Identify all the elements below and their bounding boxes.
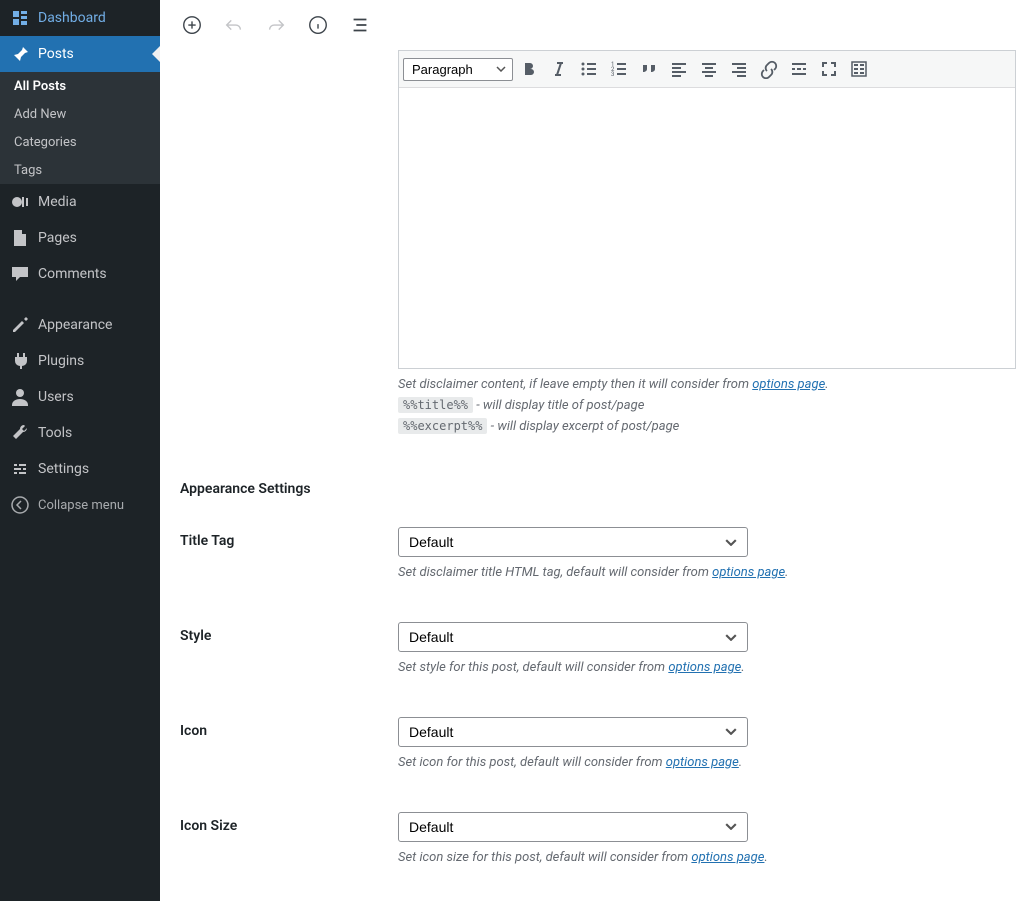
sidebar-label: Dashboard [38, 10, 106, 26]
collapse-label: Collapse menu [38, 498, 124, 513]
options-page-link[interactable]: options page [752, 377, 825, 392]
sidebar-label: Tools [38, 425, 72, 441]
icon-select[interactable]: Default [398, 717, 748, 747]
sidebar-label: Plugins [38, 353, 84, 369]
sidebar-label: Pages [38, 230, 77, 246]
title-tag-label: Title Tag [180, 527, 398, 584]
media-icon [10, 192, 30, 212]
editor-topbar [160, 0, 1016, 50]
sidebar-label: Users [38, 389, 74, 405]
sidebar-item-users[interactable]: Users [0, 379, 160, 415]
settings-icon [10, 459, 30, 479]
admin-sidebar: Dashboard Posts All Posts Add New Catego… [0, 0, 160, 901]
wysiwyg-editor: Paragraph 123 [398, 50, 1016, 369]
editor-toolbar: Paragraph 123 [399, 51, 1015, 88]
toolbar-toggle-button[interactable] [845, 55, 873, 83]
style-select[interactable]: Default [398, 622, 748, 652]
comments-icon [10, 264, 30, 284]
icon-size-select[interactable]: Default [398, 812, 748, 842]
svg-text:3: 3 [611, 71, 614, 78]
sidebar-item-plugins[interactable]: Plugins [0, 343, 160, 379]
collapse-icon [10, 495, 30, 515]
info-button[interactable] [306, 13, 330, 37]
sidebar-item-posts[interactable]: Posts [0, 36, 160, 72]
options-page-link[interactable]: options page [666, 755, 739, 770]
blockquote-button[interactable] [635, 55, 663, 83]
pages-icon [10, 228, 30, 248]
undo-button[interactable] [222, 13, 246, 37]
sidebar-label: Comments [38, 266, 107, 282]
submenu-tags[interactable]: Tags [0, 156, 160, 184]
appearance-icon [10, 315, 30, 335]
plugins-icon [10, 351, 30, 371]
insert-more-button[interactable] [785, 55, 813, 83]
add-block-button[interactable] [180, 13, 204, 37]
submenu-add-new[interactable]: Add New [0, 100, 160, 128]
title-tag-select[interactable]: Default [398, 527, 748, 557]
collapse-menu[interactable]: Collapse menu [0, 487, 160, 523]
options-page-link[interactable]: options page [712, 565, 785, 580]
excerpt-token: %%excerpt%% [398, 418, 487, 434]
sidebar-item-appearance[interactable]: Appearance [0, 307, 160, 343]
link-button[interactable] [755, 55, 783, 83]
sidebar-label: Appearance [38, 317, 112, 333]
pin-icon [10, 44, 30, 64]
icon-size-helper: Set icon size for this post, default wil… [398, 848, 958, 869]
fullscreen-button[interactable] [815, 55, 843, 83]
icon-label: Icon [180, 717, 398, 774]
bulleted-list-button[interactable] [575, 55, 603, 83]
sidebar-item-settings[interactable]: Settings [0, 451, 160, 487]
align-right-button[interactable] [725, 55, 753, 83]
sidebar-item-tools[interactable]: Tools [0, 415, 160, 451]
icon-size-label: Icon Size [180, 812, 398, 869]
sidebar-label: Media [38, 194, 77, 210]
posts-submenu: All Posts Add New Categories Tags [0, 72, 160, 184]
style-label: Style [180, 622, 398, 679]
title-tag-helper: Set disclaimer title HTML tag, default w… [398, 563, 958, 584]
italic-button[interactable] [545, 55, 573, 83]
submenu-all-posts[interactable]: All Posts [0, 72, 160, 100]
users-icon [10, 387, 30, 407]
submenu-categories[interactable]: Categories [0, 128, 160, 156]
dashboard-icon [10, 8, 30, 28]
align-left-button[interactable] [665, 55, 693, 83]
sidebar-item-dashboard[interactable]: Dashboard [0, 0, 160, 36]
options-page-link[interactable]: options page [691, 850, 764, 865]
sidebar-item-pages[interactable]: Pages [0, 220, 160, 256]
title-token: %%title%% [398, 397, 473, 413]
style-helper: Set style for this post, default will co… [398, 658, 958, 679]
sidebar-item-media[interactable]: Media [0, 184, 160, 220]
bold-button[interactable] [515, 55, 543, 83]
sidebar-item-comments[interactable]: Comments [0, 256, 160, 292]
align-center-button[interactable] [695, 55, 723, 83]
options-page-link[interactable]: options page [668, 660, 741, 675]
content-helper-text: Set disclaimer content, if leave empty t… [398, 375, 1016, 437]
outline-button[interactable] [348, 13, 372, 37]
sidebar-label: Settings [38, 461, 89, 477]
sidebar-label: Posts [38, 46, 74, 62]
format-select[interactable]: Paragraph [403, 58, 513, 81]
editor-content[interactable] [399, 88, 1015, 368]
redo-button[interactable] [264, 13, 288, 37]
tools-icon [10, 423, 30, 443]
icon-helper: Set icon for this post, default will con… [398, 753, 958, 774]
appearance-settings-heading: Appearance Settings [180, 481, 1016, 497]
numbered-list-button[interactable]: 123 [605, 55, 633, 83]
